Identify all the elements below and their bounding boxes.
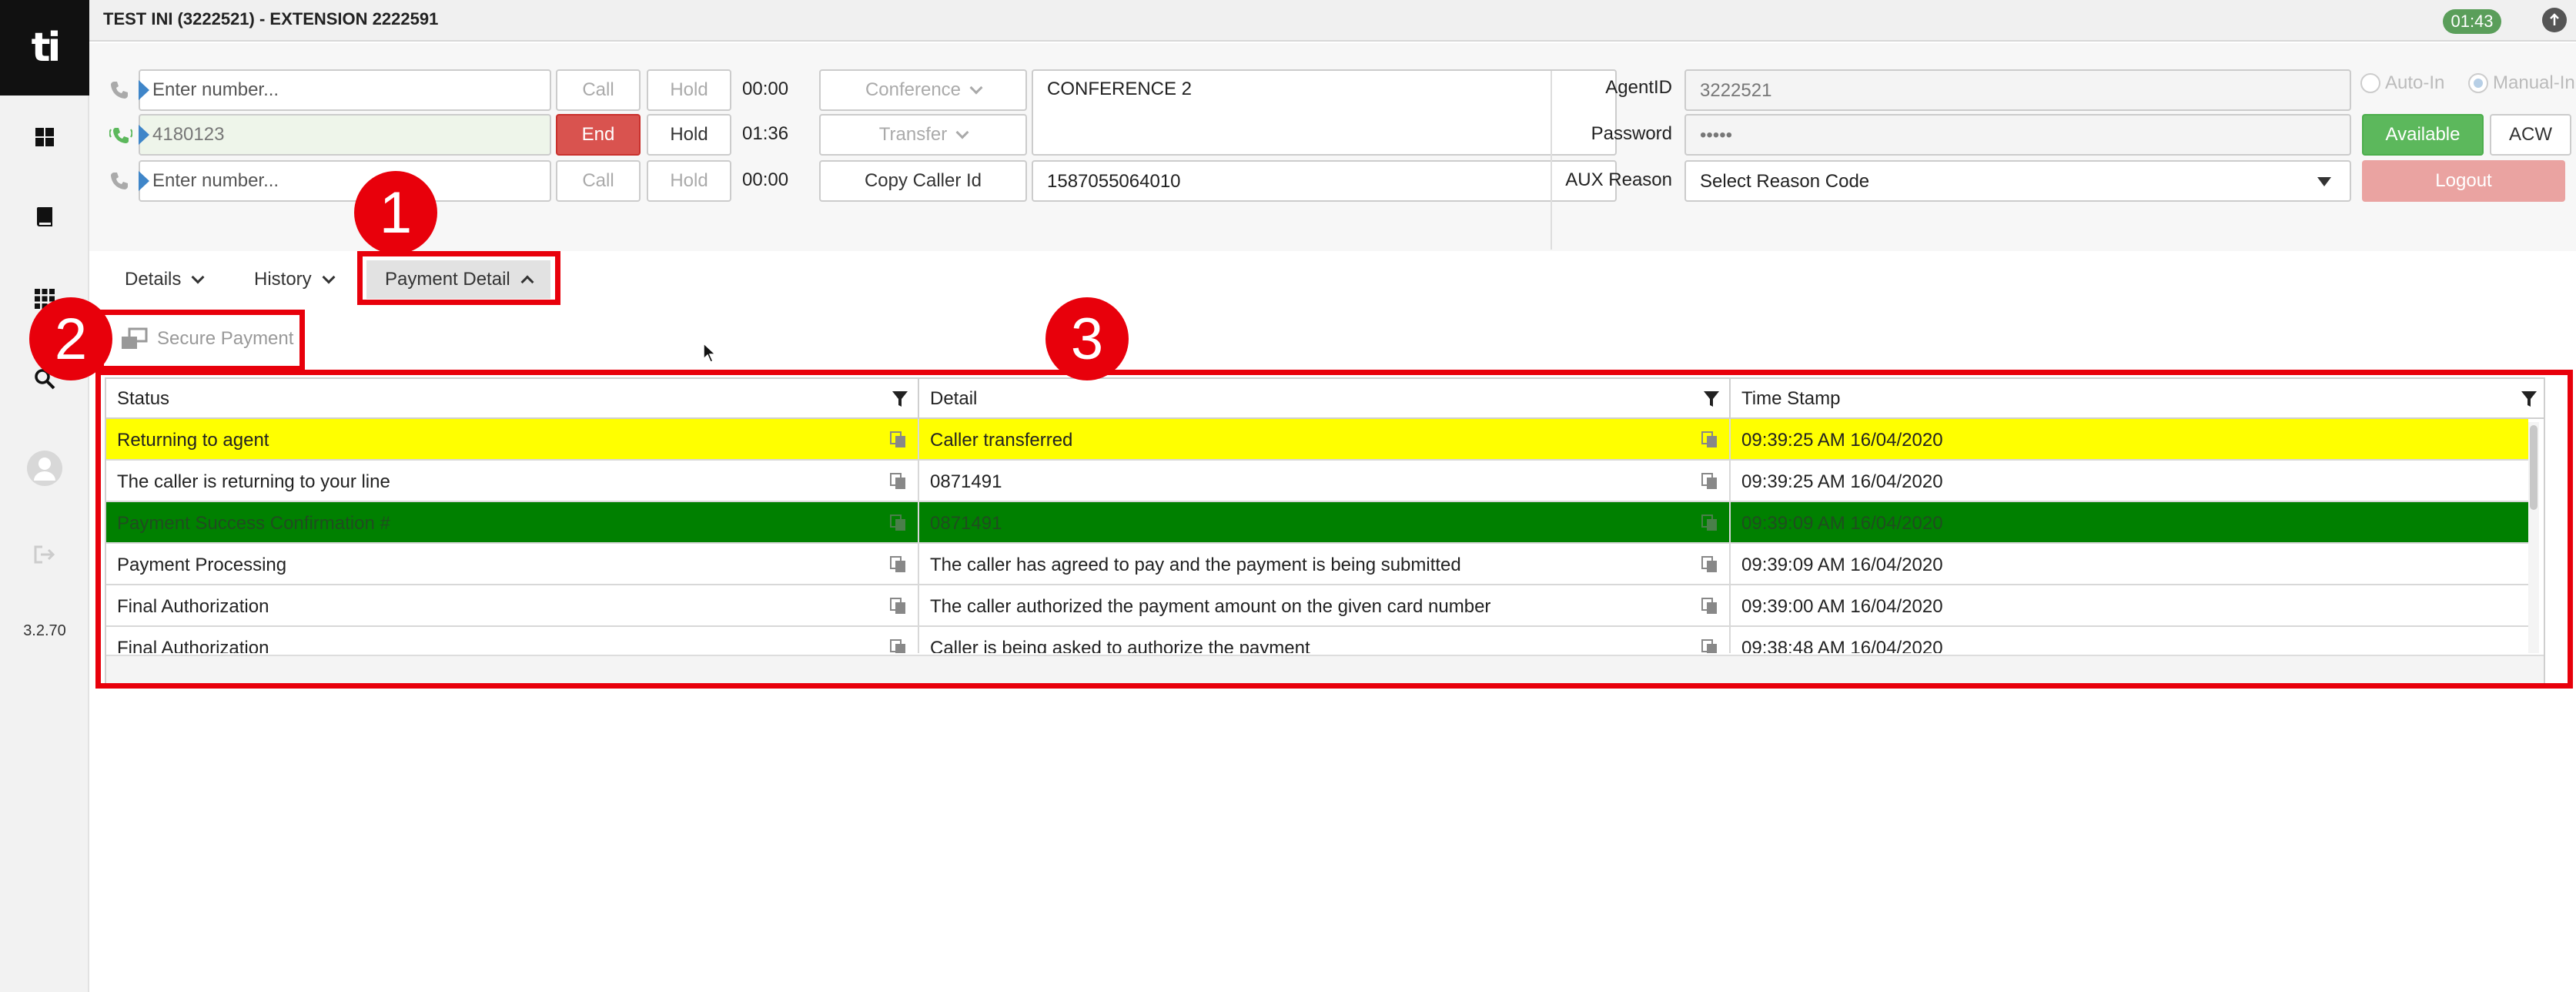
phone-icon (109, 171, 132, 194)
dashboard-icon[interactable] (0, 114, 89, 160)
chevron-down-icon (955, 126, 969, 139)
title-bar: TEST INI (3222521) - EXTENSION 2222591 0… (89, 0, 2576, 42)
app-logo: ti (0, 0, 89, 96)
chevron-down-icon (969, 81, 983, 95)
available-button[interactable]: Available (2362, 114, 2484, 156)
chevron-down-icon (322, 270, 336, 284)
sidebar: ti 3.2.70 (0, 0, 89, 992)
radio-circle-selected (2468, 73, 2488, 93)
arrow-up-icon[interactable] (2542, 8, 2567, 32)
logout-button[interactable]: Logout (2362, 160, 2565, 202)
acw-button[interactable]: ACW (2490, 114, 2571, 156)
logo-text: ti (31, 25, 62, 71)
caller-id-field[interactable]: 1587055064010 (1032, 160, 1617, 202)
line-1-timer: 00:00 (742, 79, 789, 99)
radio-circle (2360, 73, 2380, 93)
auto-in-label: Auto-In (2385, 72, 2445, 93)
aux-reason-value: Select Reason Code (1700, 171, 1870, 192)
tab-details[interactable]: Details (125, 260, 205, 299)
line-1-number-input[interactable] (139, 69, 551, 111)
password-label: Password (1591, 123, 1672, 144)
conference-dropdown-button[interactable]: Conference (819, 69, 1027, 111)
line-3-timer: 00:00 (742, 169, 789, 190)
window-title: TEST INI (3222521) - EXTENSION 2222591 (103, 9, 439, 28)
line-3-number-input[interactable] (139, 160, 551, 202)
line-1-hold-button[interactable]: Hold (647, 69, 731, 111)
chevron-down-icon (191, 270, 205, 284)
conference-label: Conference (865, 79, 962, 100)
aux-reason-label: AUX Reason (1565, 169, 1672, 190)
manual-in-radio[interactable]: Manual-In (2468, 72, 2575, 94)
book-icon[interactable] (0, 194, 89, 240)
line-3-hold-button[interactable]: Hold (647, 160, 731, 202)
manual-in-label: Manual-In (2493, 72, 2575, 93)
line-2-end-button[interactable]: End (556, 114, 641, 156)
logout-icon[interactable] (0, 531, 89, 578)
phone-icon (109, 80, 132, 103)
line-2-timer: 01:36 (742, 123, 789, 144)
annotation-marker-1: 1 (354, 171, 437, 254)
annotation-box-1 (357, 251, 560, 305)
transfer-dropdown-button[interactable]: Transfer (819, 114, 1027, 156)
line-selector-caret (139, 171, 149, 191)
password-field[interactable]: ••••• (1684, 114, 2351, 156)
mouse-pointer-icon (703, 342, 717, 363)
app-version: 3.2.70 (23, 622, 66, 639)
annotation-box-2 (99, 310, 305, 371)
tab-history-label: History (254, 269, 312, 290)
call-control-area: Call Hold 00:00 End Hold 01:36 Call Hold… (89, 43, 2576, 251)
line-selector-caret (139, 125, 149, 145)
annotation-box-3 (95, 370, 2573, 689)
line-3-call-button[interactable]: Call (556, 160, 641, 202)
line-2-number-input[interactable] (139, 114, 551, 156)
agent-id-label: AgentID (1605, 77, 1672, 98)
annotation-marker-3: 3 (1045, 297, 1129, 380)
line-2-hold-button[interactable]: Hold (647, 114, 731, 156)
auto-in-radio[interactable]: Auto-In (2360, 72, 2444, 94)
line-selector-caret (139, 80, 149, 100)
transfer-label: Transfer (878, 124, 948, 145)
agent-id-field[interactable]: 3222521 (1684, 69, 2351, 111)
annotation-marker-2: 2 (29, 297, 112, 380)
tab-details-label: Details (125, 269, 182, 290)
user-avatar-icon[interactable] (0, 445, 89, 491)
aux-reason-select[interactable]: Select Reason Code (1684, 160, 2351, 202)
tab-history[interactable]: History (254, 260, 336, 299)
copy-caller-id-button[interactable]: Copy Caller Id (819, 160, 1027, 202)
line-1-call-button[interactable]: Call (556, 69, 641, 111)
caret-down-icon (2317, 177, 2331, 186)
phone-ringing-icon (109, 125, 133, 148)
session-timer-badge: 01:43 (2443, 9, 2501, 34)
conference-name-field[interactable]: CONFERENCE 2 (1032, 69, 1617, 156)
